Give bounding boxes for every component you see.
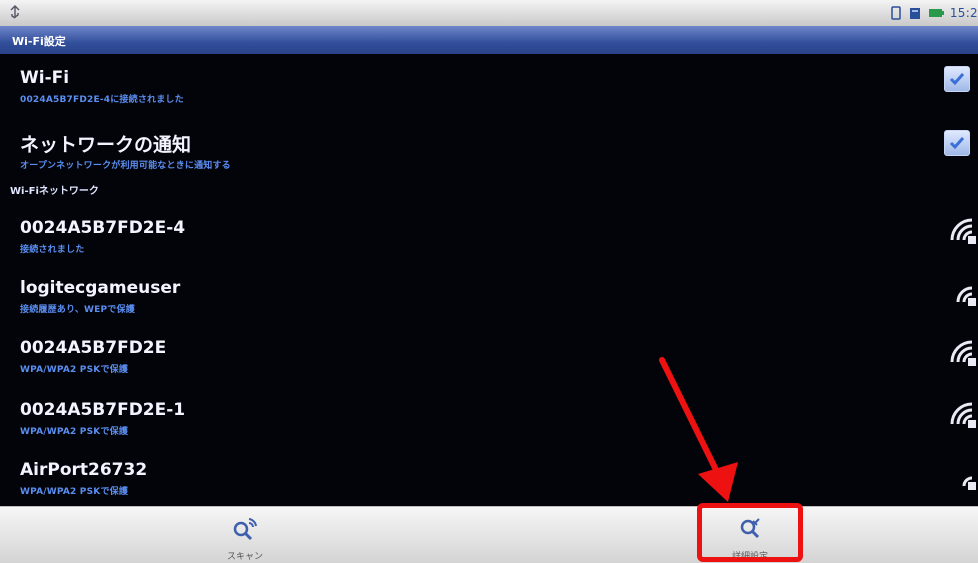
check-icon: [949, 137, 965, 150]
wifi-status-icon: [909, 8, 920, 19]
network-status: WPA/WPA2 PSKで保護: [20, 427, 129, 437]
wifi-signal-lock-icon: [950, 402, 976, 428]
usb-icon: [10, 5, 20, 19]
wifi-networks-header: Wi-Fiネットワーク: [10, 186, 99, 197]
network-status: 接続履歴あり、WEPで保護: [20, 305, 135, 315]
network-ssid: logitecgameuser: [20, 278, 181, 298]
wifi-toggle-label: Wi-Fi: [20, 68, 70, 88]
network-notify-label: ネットワークの通知: [20, 134, 192, 156]
network-ssid: 0024A5B7FD2E-1: [20, 400, 186, 420]
wifi-toggle-row[interactable]: Wi-Fi 0024A5B7FD2E-4に接続されました: [0, 54, 978, 106]
wifi-checkbox[interactable]: [944, 66, 970, 92]
wifi-signal-lock-icon: [956, 286, 976, 306]
network-row[interactable]: 0024A5B7FD2E-1 WPA/WPA2 PSKで保護: [0, 388, 978, 442]
network-row[interactable]: logitecgameuser 接続履歴あり、WEPで保護: [0, 266, 978, 320]
annotation-highlight-box: [697, 503, 803, 562]
search-scan-icon: [233, 518, 257, 541]
network-row[interactable]: AirPort26732 WPA/WPA2 PSKで保護: [0, 450, 978, 504]
check-icon: [949, 73, 965, 86]
scan-label: スキャン: [226, 552, 263, 562]
title-bar: Wi-Fi設定: [0, 26, 978, 54]
network-status: 接続されました: [20, 245, 85, 255]
network-status: WPA/WPA2 PSKで保護: [20, 487, 129, 497]
page-title: Wi-Fi設定: [12, 35, 66, 48]
network-row[interactable]: 0024A5B7FD2E-4 接続されました: [0, 204, 978, 258]
options-menu: スキャン 詳細設定: [0, 506, 978, 563]
wifi-signal-lock-icon: [950, 218, 976, 244]
network-notify-checkbox[interactable]: [944, 130, 970, 156]
network-status: WPA/WPA2 PSKで保護: [20, 365, 129, 375]
network-ssid: AirPort26732: [20, 460, 148, 480]
network-notify-row[interactable]: ネットワークの通知 オープンネットワークが利用可能なときに通知する: [0, 116, 978, 182]
vibrate-icon: [891, 6, 901, 20]
status-bar: 15:2: [0, 0, 978, 26]
scan-button[interactable]: スキャン: [105, 507, 385, 563]
settings-list: Wi-Fi 0024A5B7FD2E-4に接続されました ネットワークの通知 オ…: [0, 54, 978, 506]
wifi-signal-lock-icon: [950, 340, 976, 366]
network-ssid: 0024A5B7FD2E-4: [20, 218, 186, 238]
network-row[interactable]: 0024A5B7FD2E WPA/WPA2 PSKで保護: [0, 326, 978, 380]
network-ssid: 0024A5B7FD2E: [20, 338, 167, 358]
wifi-signal-lock-icon: [962, 476, 976, 490]
battery-icon: [928, 9, 944, 17]
network-notify-summary: オープンネットワークが利用可能なときに通知する: [20, 161, 231, 171]
status-time: 15:2: [949, 6, 978, 20]
wifi-toggle-summary: 0024A5B7FD2E-4に接続されました: [20, 95, 184, 105]
annotation-arrow-icon: [659, 357, 738, 502]
